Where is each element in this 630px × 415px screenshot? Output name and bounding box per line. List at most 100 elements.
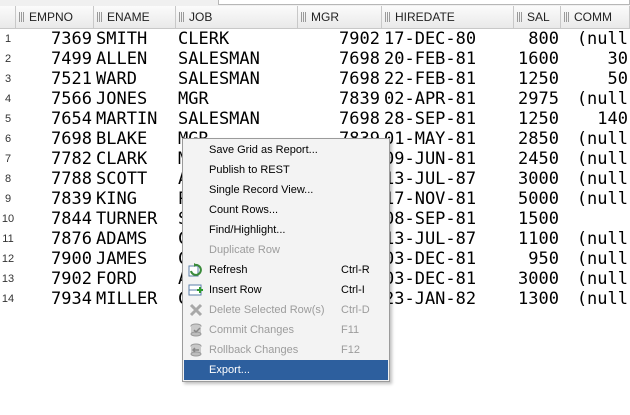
menu-item-export[interactable]: Export... (184, 360, 388, 380)
cell-comm[interactable]: (null (561, 189, 630, 209)
cell-hiredate[interactable]: 08-SEP-81 (382, 209, 514, 229)
cell-comm[interactable]: (null (561, 269, 630, 289)
cell-empno[interactable]: 7900 (16, 249, 94, 269)
cell-empno[interactable]: 7369 (16, 29, 94, 49)
cell-hiredate[interactable]: 13-JUL-87 (382, 169, 514, 189)
cell-hiredate[interactable]: 02-APR-81 (382, 89, 514, 109)
cell-comm[interactable] (561, 209, 630, 229)
menu-item-save-grid-as-report[interactable]: Save Grid as Report... (184, 140, 388, 160)
cell-sal[interactable]: 2850 (514, 129, 561, 149)
cell-ename[interactable]: CLARK (94, 149, 176, 169)
cell-comm[interactable]: (null (561, 249, 630, 269)
cell-ename[interactable]: ADAMS (94, 229, 176, 249)
cell-hiredate[interactable]: 13-JUL-87 (382, 229, 514, 249)
cell-job[interactable]: SALESMAN (176, 69, 298, 89)
column-header-job[interactable]: JOB (176, 6, 298, 28)
cell-comm[interactable]: (null (561, 29, 630, 49)
cell-empno[interactable]: 7839 (16, 189, 94, 209)
table-row[interactable]: 2 7499 ALLEN SALESMAN 7698 20-FEB-81 1600 30 (0, 49, 630, 69)
menu-item-publish-to-rest[interactable]: Publish to REST (184, 160, 388, 180)
cell-comm[interactable]: 50 (561, 69, 630, 89)
filter-box[interactable] (218, 0, 630, 5)
cell-sal[interactable]: 3000 (514, 169, 561, 189)
cell-comm[interactable]: (null (561, 89, 630, 109)
cell-ename[interactable]: TURNER (94, 209, 176, 229)
cell-empno[interactable]: 7876 (16, 229, 94, 249)
cell-hiredate[interactable]: 01-MAY-81 (382, 129, 514, 149)
cell-job[interactable]: SALESMAN (176, 49, 298, 69)
cell-comm[interactable]: (null (561, 289, 630, 309)
cell-mgr[interactable]: 7698 (298, 49, 382, 69)
cell-empno[interactable]: 7782 (16, 149, 94, 169)
cell-job[interactable]: SALESMAN (176, 109, 298, 129)
cell-empno[interactable]: 7698 (16, 129, 94, 149)
cell-sal[interactable]: 2975 (514, 89, 561, 109)
cell-comm[interactable]: 140 (561, 109, 630, 129)
column-header-ename[interactable]: ENAME (94, 6, 176, 28)
cell-empno[interactable]: 7566 (16, 89, 94, 109)
cell-empno[interactable]: 7902 (16, 269, 94, 289)
cell-job[interactable]: CLERK (176, 29, 298, 49)
cell-sal[interactable]: 1500 (514, 209, 561, 229)
cell-hiredate[interactable]: 23-JAN-82 (382, 289, 514, 309)
cell-empno[interactable]: 7934 (16, 289, 94, 309)
cell-comm[interactable]: (null (561, 169, 630, 189)
column-header-mgr[interactable]: MGR (298, 6, 382, 28)
cell-sal[interactable]: 1600 (514, 49, 561, 69)
cell-mgr[interactable]: 7698 (298, 109, 382, 129)
cell-hiredate[interactable]: 20-FEB-81 (382, 49, 514, 69)
cell-ename[interactable]: MILLER (94, 289, 176, 309)
menu-item-insert-row[interactable]: Insert Row Ctrl-I (184, 280, 388, 300)
cell-ename[interactable]: ALLEN (94, 49, 176, 69)
cell-ename[interactable]: KING (94, 189, 176, 209)
table-row[interactable]: 3 7521 WARD SALESMAN 7698 22-FEB-81 1250 50 (0, 69, 630, 89)
cell-sal[interactable]: 1100 (514, 229, 561, 249)
cell-sal[interactable]: 5000 (514, 189, 561, 209)
column-header-comm[interactable]: COMM (561, 6, 630, 28)
column-header-sal[interactable]: SAL (514, 6, 561, 28)
cell-hiredate[interactable]: 03-DEC-81 (382, 249, 514, 269)
cell-sal[interactable]: 3000 (514, 269, 561, 289)
cell-ename[interactable]: MARTIN (94, 109, 176, 129)
table-row[interactable]: 5 7654 MARTIN SALESMAN 7698 28-SEP-81 1250 140 (0, 109, 630, 129)
table-row[interactable]: 1 7369 SMITH CLERK 7902 17-DEC-80 800 (null (0, 29, 630, 49)
cell-hiredate[interactable]: 09-JUN-81 (382, 149, 514, 169)
menu-item-refresh[interactable]: Refresh Ctrl-R (184, 260, 388, 280)
cell-mgr[interactable]: 7839 (298, 89, 382, 109)
cell-sal[interactable]: 1250 (514, 69, 561, 89)
cell-sal[interactable]: 2450 (514, 149, 561, 169)
cell-comm[interactable]: (null (561, 229, 630, 249)
cell-empno[interactable]: 7788 (16, 169, 94, 189)
table-row[interactable]: 4 7566 JONES MGR 7839 02-APR-81 2975 (null (0, 89, 630, 109)
cell-comm[interactable]: (null (561, 149, 630, 169)
cell-hiredate[interactable]: 17-DEC-80 (382, 29, 514, 49)
cell-job[interactable]: MGR (176, 89, 298, 109)
cell-ename[interactable]: SCOTT (94, 169, 176, 189)
cell-ename[interactable]: JONES (94, 89, 176, 109)
column-header-hiredate[interactable]: HIREDATE (382, 6, 514, 28)
cell-sal[interactable]: 1250 (514, 109, 561, 129)
menu-item-count-rows[interactable]: Count Rows... (184, 200, 388, 220)
menu-item-find-highlight[interactable]: Find/Highlight... (184, 220, 388, 240)
cell-comm[interactable]: 30 (561, 49, 630, 69)
cell-mgr[interactable]: 7902 (298, 29, 382, 49)
cell-ename[interactable]: SMITH (94, 29, 176, 49)
column-header-empno[interactable]: EMPNO (16, 6, 94, 28)
cell-sal[interactable]: 1300 (514, 289, 561, 309)
cell-empno[interactable]: 7844 (16, 209, 94, 229)
cell-comm[interactable]: (null (561, 129, 630, 149)
cell-empno[interactable]: 7499 (16, 49, 94, 69)
cell-ename[interactable]: BLAKE (94, 129, 176, 149)
cell-hiredate[interactable]: 28-SEP-81 (382, 109, 514, 129)
cell-empno[interactable]: 7654 (16, 109, 94, 129)
cell-hiredate[interactable]: 22-FEB-81 (382, 69, 514, 89)
menu-item-single-record-view[interactable]: Single Record View... (184, 180, 388, 200)
cell-sal[interactable]: 800 (514, 29, 561, 49)
cell-hiredate[interactable]: 03-DEC-81 (382, 269, 514, 289)
cell-empno[interactable]: 7521 (16, 69, 94, 89)
cell-mgr[interactable]: 7698 (298, 69, 382, 89)
cell-hiredate[interactable]: 17-NOV-81 (382, 189, 514, 209)
cell-ename[interactable]: WARD (94, 69, 176, 89)
cell-ename[interactable]: JAMES (94, 249, 176, 269)
cell-sal[interactable]: 950 (514, 249, 561, 269)
